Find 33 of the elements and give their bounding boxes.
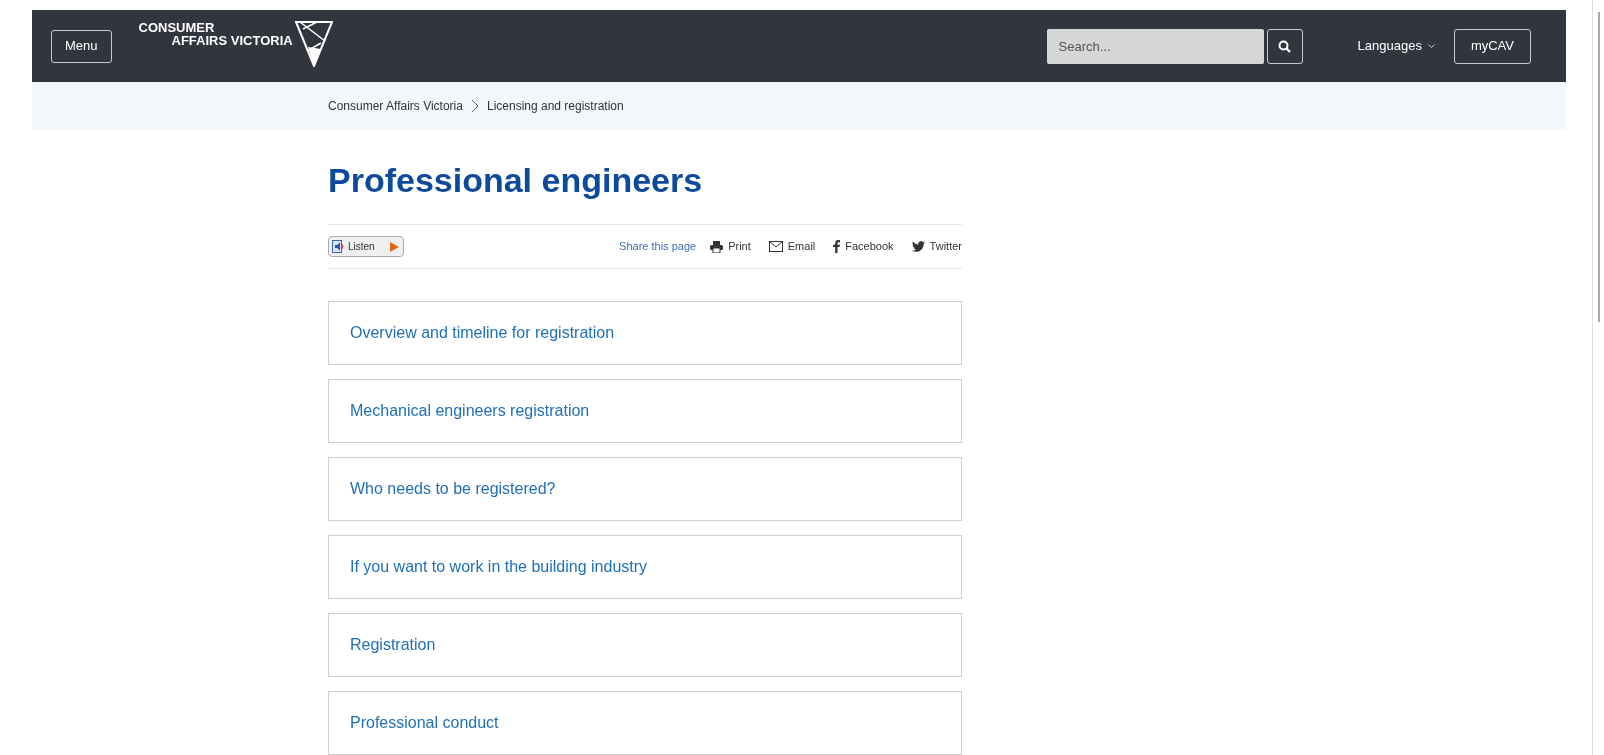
section-link[interactable]: Registration: [328, 613, 962, 677]
breadcrumb-link[interactable]: Licensing and registration: [486, 97, 624, 116]
logo-text: AFFAIRS VICTORIA: [170, 34, 294, 48]
section-link[interactable]: Overview and timeline for registration: [328, 301, 962, 365]
breadcrumb-link[interactable]: Consumer Affairs Victoria: [328, 97, 463, 116]
section-link[interactable]: Who needs to be registered?: [328, 457, 962, 521]
facebook-icon: [833, 240, 841, 253]
menu-button[interactable]: Menu: [51, 29, 112, 63]
logo[interactable]: CONSUMER AFFAIRS VICTORIA: [138, 21, 335, 68]
share-label: Share this page: [619, 239, 697, 255]
chevron-down-icon: [1427, 43, 1435, 49]
speaker-icon: [332, 240, 345, 253]
share-link[interactable]: Print: [710, 238, 751, 255]
mycav-button[interactable]: myCAV: [1453, 28, 1531, 64]
languages-dropdown[interactable]: Languages: [1357, 36, 1435, 56]
share-link[interactable]: Facebook: [833, 238, 894, 255]
envelope-icon: [768, 241, 783, 252]
section-link[interactable]: Mechanical engineers registration: [328, 379, 962, 443]
search-icon: [1278, 39, 1292, 53]
share-link[interactable]: Twitter: [911, 238, 962, 255]
page-title: Professional engineers: [328, 160, 704, 200]
logo-text: CONSUMER: [138, 21, 216, 35]
section-link[interactable]: If you want to work in the building industry: [328, 535, 962, 599]
listen-button[interactable]: Listen: [328, 236, 404, 257]
share-link[interactable]: Email: [768, 238, 816, 255]
logo-triangle-icon: [294, 21, 333, 68]
search-field[interactable]: Search...: [1046, 28, 1264, 64]
play-icon: [387, 240, 400, 253]
chevron-right-icon: [470, 99, 479, 114]
printer-icon: [710, 240, 724, 253]
twitter-bird-icon: [911, 241, 925, 252]
section-link[interactable]: Professional conduct: [328, 691, 962, 755]
search-button[interactable]: [1266, 28, 1303, 64]
